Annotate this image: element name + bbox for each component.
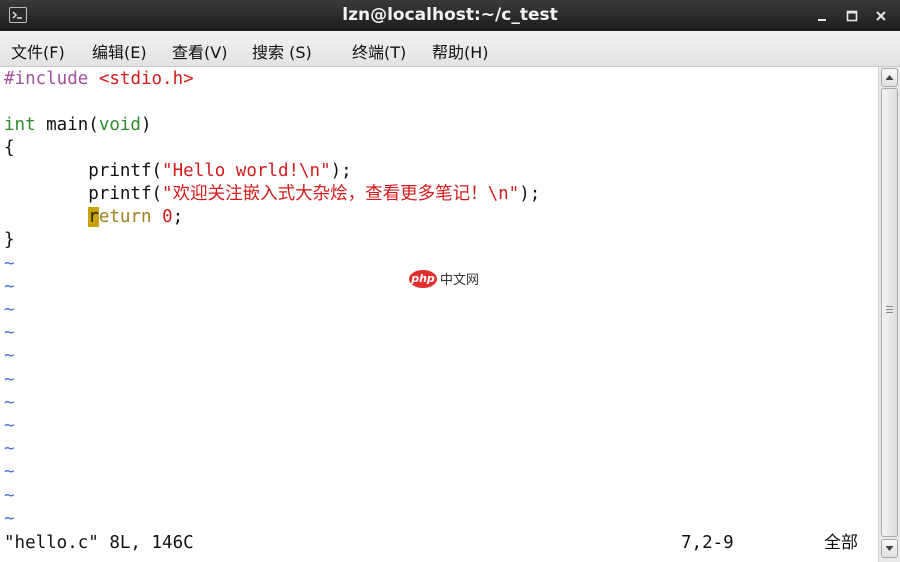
text-cursor: r: [88, 207, 99, 227]
code-line-7: return 0;: [4, 206, 183, 229]
menu-file[interactable]: 文件(F): [11, 39, 65, 63]
empty-line-marker: ~: [4, 439, 15, 459]
watermark: php 中文网: [409, 269, 479, 288]
status-scroll-position: 全部: [824, 533, 858, 553]
string-literal: "Hello world!\n": [162, 161, 331, 181]
empty-line-marker: ~: [4, 416, 15, 436]
include-header: <stdio.h>: [98, 69, 194, 89]
empty-line-marker: ~: [4, 300, 15, 320]
code-line-1: #include <stdio.h>: [4, 68, 194, 91]
menu-terminal[interactable]: 终端(T): [352, 39, 406, 63]
string-literal: "欢迎关注嵌入式大杂烩，查看更多笔记！\n": [162, 184, 520, 204]
code-line-8: }: [4, 230, 15, 250]
scrollbar-thumb[interactable]: [881, 88, 898, 537]
empty-line-marker: ~: [4, 486, 15, 506]
minimize-icon: [818, 19, 826, 21]
printf-call: printf(: [4, 184, 163, 204]
include-directive: #include: [4, 69, 89, 89]
terminal-window: lzn@localhost:~/c_test 文件(F) 编辑(E) 查看(V)…: [0, 0, 900, 562]
printf-call: printf(: [4, 161, 163, 181]
empty-line-marker: ~: [4, 323, 15, 343]
code-line-4: {: [4, 138, 15, 158]
statement-end: );: [330, 161, 352, 181]
menu-view[interactable]: 查看(V): [172, 39, 227, 63]
function-name: main(: [35, 115, 99, 135]
empty-line-marker: ~: [4, 277, 15, 297]
maximize-button[interactable]: [842, 6, 862, 26]
status-cursor-position: 7,2-9: [681, 533, 734, 553]
paren-close: ): [140, 115, 152, 135]
menu-bar: 文件(F) 编辑(E) 查看(V) 搜索 (S) 终端(T) 帮助(H): [0, 31, 900, 67]
empty-line-marker: ~: [4, 462, 15, 482]
window-title: lzn@localhost:~/c_test: [342, 5, 558, 25]
scroll-down-button[interactable]: [881, 539, 898, 558]
empty-line-marker: ~: [4, 393, 15, 413]
return-type: int: [4, 115, 36, 135]
title-bar[interactable]: lzn@localhost:~/c_test: [0, 0, 900, 31]
menu-edit[interactable]: 编辑(E): [92, 39, 147, 63]
arrow-down-icon: [885, 546, 894, 551]
statement-end: );: [519, 184, 541, 204]
code-line-3: int main(void): [4, 114, 152, 137]
return-value: 0: [162, 207, 173, 227]
menu-help[interactable]: 帮助(H): [432, 39, 489, 63]
maximize-icon: [846, 10, 858, 22]
close-button[interactable]: [871, 6, 891, 26]
minimize-button[interactable]: [812, 6, 832, 26]
statement-end: ;: [172, 207, 184, 227]
close-icon: [876, 11, 886, 21]
menu-search[interactable]: 搜索 (S): [252, 39, 312, 63]
vertical-scrollbar[interactable]: [878, 67, 900, 562]
empty-line-marker: ~: [4, 346, 15, 366]
status-file-info: "hello.c" 8L, 146C: [4, 533, 194, 553]
empty-line-marker: ~: [4, 370, 15, 390]
watermark-logo: php: [409, 269, 437, 288]
return-keyword: eturn: [98, 207, 152, 227]
code-line-5: printf("Hello world!\n");: [4, 160, 352, 183]
empty-line-marker: ~: [4, 254, 15, 274]
grip-icon: [886, 306, 893, 315]
code-line-6: printf("欢迎关注嵌入式大杂烩，查看更多笔记！\n");: [4, 183, 540, 206]
param-type: void: [98, 115, 141, 135]
scroll-up-button[interactable]: [881, 68, 898, 87]
watermark-text: 中文网: [440, 273, 480, 288]
vim-editor[interactable]: #include <stdio.h> int main(void) { prin…: [0, 67, 878, 562]
arrow-up-icon: [885, 75, 894, 80]
empty-line-marker: ~: [4, 509, 15, 529]
